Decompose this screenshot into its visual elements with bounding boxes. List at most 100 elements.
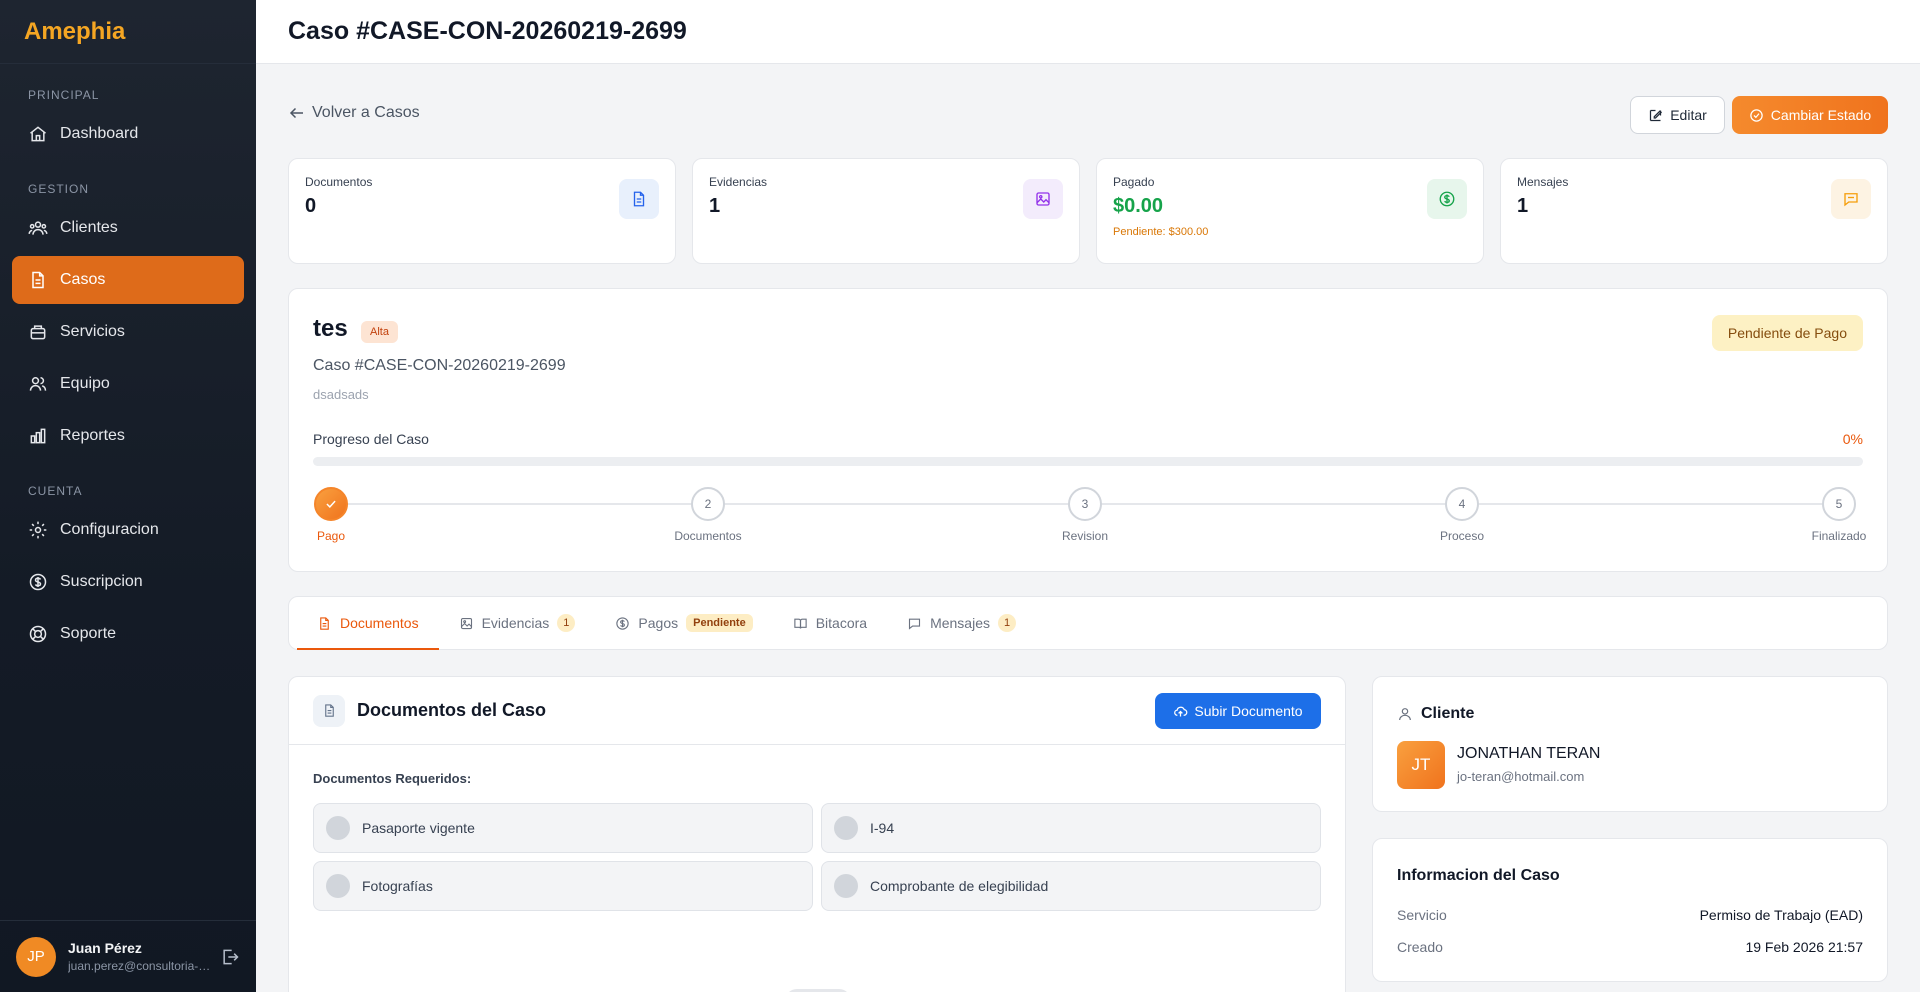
sidebar-item-dashboard[interactable]: Dashboard bbox=[12, 110, 244, 158]
stat-value: 1 bbox=[1517, 195, 1529, 217]
tab-label: Pagos bbox=[638, 615, 679, 631]
stat-card-evidencias: Evidencias 1 bbox=[692, 158, 1080, 264]
upload-cloud-icon bbox=[1174, 706, 1188, 716]
sidebar-item-servicios[interactable]: Servicios bbox=[12, 308, 244, 356]
check-circle-icon bbox=[1750, 108, 1763, 122]
case-tabs: Documentos Evidencias 1 Pagos Pendiente … bbox=[288, 596, 1888, 650]
edit-button[interactable]: Editar bbox=[1630, 96, 1725, 134]
pending-dot-icon bbox=[834, 874, 858, 898]
required-document-item: Pasaporte vigente bbox=[313, 803, 813, 853]
tab-evidencias[interactable]: Evidencias 1 bbox=[439, 597, 596, 649]
home-icon bbox=[30, 126, 46, 142]
stat-value: 0 bbox=[305, 195, 317, 217]
step-label: Revision bbox=[1061, 529, 1109, 543]
step-number: 3 bbox=[1068, 487, 1102, 521]
case-code: Caso #CASE-CON-20260219-2699 bbox=[313, 357, 566, 374]
bar-chart-icon bbox=[30, 428, 46, 444]
case-summary-card: tes Alta Caso #CASE-CON-20260219-2699 ds… bbox=[288, 288, 1888, 572]
stat-icon-wrap bbox=[1023, 179, 1063, 219]
stat-value: $0.00 bbox=[1113, 195, 1164, 217]
stat-pending-amount: Pendiente: $300.00 bbox=[1113, 226, 1209, 238]
tab-label: Mensajes bbox=[930, 615, 990, 631]
progress-percent: 0% bbox=[1842, 431, 1863, 447]
page-title: Caso #CASE-CON-20260219-2699 bbox=[288, 17, 687, 45]
sidebar-item-label: Reportes bbox=[60, 427, 125, 444]
sidebar-item-label: Soporte bbox=[60, 625, 117, 642]
change-state-button[interactable]: Cambiar Estado bbox=[1732, 96, 1888, 134]
change-state-label: Cambiar Estado bbox=[1770, 107, 1872, 123]
info-value: Permiso de Trabajo (EAD) bbox=[1699, 907, 1863, 923]
progress-step: 2 Documentos bbox=[658, 487, 758, 543]
documents-card: Documentos del Caso Subir Documento Docu… bbox=[288, 676, 1346, 992]
stat-card-pagado: Pagado $0.00 Pendiente: $300.00 bbox=[1096, 158, 1484, 264]
client-name[interactable]: JONATHAN TERAN bbox=[1457, 745, 1600, 763]
gear-icon bbox=[29, 521, 47, 539]
users-icon bbox=[28, 221, 48, 235]
step-label: Proceso bbox=[1439, 529, 1485, 543]
sidebar-item-suscripcion[interactable]: Suscripcion bbox=[12, 558, 244, 606]
info-value: 19 Feb 2026 21:57 bbox=[1745, 939, 1863, 955]
required-documents-title: Documentos Requeridos: bbox=[313, 771, 472, 786]
dollar-circle-icon bbox=[1439, 191, 1455, 207]
upload-document-button[interactable]: Subir Documento bbox=[1155, 693, 1321, 729]
case-title: tes bbox=[313, 315, 348, 342]
dollar-circle-icon bbox=[616, 616, 630, 630]
client-header: Cliente bbox=[1397, 705, 1474, 723]
stat-icon-wrap bbox=[1427, 179, 1467, 219]
tab-bitacora[interactable]: Bitacora bbox=[773, 597, 887, 649]
dollar-circle-icon bbox=[29, 573, 47, 591]
sidebar-item-reportes[interactable]: Reportes bbox=[12, 412, 244, 460]
step-label: Pago bbox=[316, 529, 346, 543]
progress-step: 4 Proceso bbox=[1412, 487, 1512, 543]
tab-count-badge: 1 bbox=[557, 614, 576, 632]
sidebar-item-soporte[interactable]: Soporte bbox=[12, 610, 244, 658]
required-document-label: Fotografías bbox=[362, 878, 433, 894]
sidebar-item-label: Casos bbox=[60, 271, 106, 288]
user-name: Juan Pérez bbox=[68, 940, 142, 956]
sidebar-item-label: Configuracion bbox=[60, 521, 159, 538]
stat-label: Documentos bbox=[305, 175, 373, 189]
logout-button[interactable] bbox=[220, 947, 240, 967]
required-document-label: Pasaporte vigente bbox=[362, 820, 475, 836]
edit-icon bbox=[1650, 109, 1663, 121]
arrow-left-icon bbox=[289, 107, 303, 119]
pending-dot-icon bbox=[326, 874, 350, 898]
avatar: JP bbox=[16, 936, 56, 977]
client-heading: Cliente bbox=[1421, 705, 1475, 722]
required-document-label: I-94 bbox=[870, 820, 895, 836]
info-key: Servicio bbox=[1397, 907, 1447, 923]
sidebar-item-equipo[interactable]: Equipo bbox=[12, 360, 244, 408]
required-document-item: Comprobante de elegibilidad bbox=[821, 861, 1321, 911]
tab-mensajes[interactable]: Mensajes 1 bbox=[887, 597, 1036, 649]
required-document-item: I-94 bbox=[821, 803, 1321, 853]
info-key: Creado bbox=[1397, 939, 1443, 955]
case-description: dsadsads bbox=[313, 387, 369, 402]
step-label: Documentos bbox=[674, 529, 742, 543]
info-row-creado: Creado 19 Feb 2026 21:57 bbox=[1397, 939, 1863, 959]
sidebar-item-clientes[interactable]: Clientes bbox=[12, 204, 244, 252]
step-number: 5 bbox=[1822, 487, 1856, 521]
sidebar-item-label: Equipo bbox=[60, 375, 110, 392]
required-document-label: Comprobante de elegibilidad bbox=[870, 878, 1049, 894]
stat-label: Pagado bbox=[1113, 175, 1155, 189]
nav-section-gestion: GESTION bbox=[28, 182, 90, 196]
tab-pagos[interactable]: Pagos Pendiente bbox=[595, 597, 772, 649]
image-icon bbox=[1036, 192, 1050, 206]
documents-header: Documentos del Caso Subir Documento bbox=[289, 677, 1345, 745]
client-email[interactable]: jo-teran@hotmail.com bbox=[1457, 769, 1584, 784]
brand-logo[interactable]: Amephia bbox=[0, 0, 256, 64]
sidebar-item-casos[interactable]: Casos bbox=[12, 256, 244, 304]
message-icon bbox=[1844, 193, 1858, 207]
message-icon bbox=[909, 618, 921, 630]
sidebar-item-configuracion[interactable]: Configuracion bbox=[12, 506, 244, 554]
tab-documentos[interactable]: Documentos bbox=[297, 597, 439, 650]
step-number: 2 bbox=[691, 487, 725, 521]
back-to-cases-link[interactable]: Volver a Casos bbox=[288, 104, 420, 122]
status-badge: Pendiente de Pago bbox=[1711, 315, 1863, 351]
user-profile[interactable]: JP Juan Pérez juan.perez@consultoria-a..… bbox=[0, 920, 256, 992]
lifebuoy-icon bbox=[29, 625, 47, 643]
case-info-card: Informacion del Caso Servicio Permiso de… bbox=[1372, 838, 1888, 982]
step-number: 4 bbox=[1445, 487, 1479, 521]
pending-dot-icon bbox=[326, 816, 350, 840]
progress-step: 3 Revision bbox=[1035, 487, 1135, 543]
